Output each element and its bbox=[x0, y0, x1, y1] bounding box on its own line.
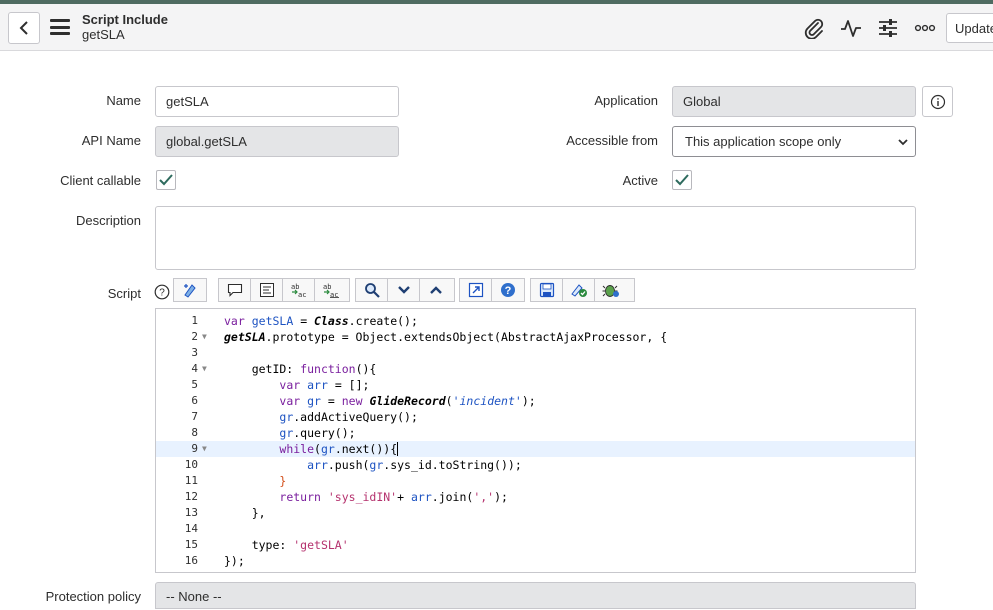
update-button[interactable]: Update bbox=[946, 13, 993, 43]
active-label: Active bbox=[622, 173, 658, 188]
name-label: Name bbox=[106, 93, 141, 108]
code-line-13: 13 }, bbox=[184, 506, 266, 520]
client-callable-checkbox[interactable] bbox=[156, 170, 176, 190]
protection-policy-label: Protection policy bbox=[45, 589, 141, 604]
script-assistant-icon bbox=[184, 284, 196, 298]
expand-icon bbox=[468, 282, 483, 298]
save-button[interactable] bbox=[531, 279, 563, 301]
code-line-12: 12 return 'sys_idIN'+ arr.join(','); bbox=[184, 490, 508, 504]
script-assistant-button[interactable] bbox=[174, 279, 206, 301]
protection-policy-select[interactable]: -- None -- bbox=[155, 582, 916, 609]
application-field: Global bbox=[672, 86, 916, 117]
replace-all-icon: abac bbox=[323, 283, 339, 298]
code-line-7: 7 gr.addActiveQuery(); bbox=[191, 410, 418, 424]
save-icon bbox=[539, 282, 554, 298]
chevron-up-icon bbox=[430, 286, 442, 294]
accessible-from-label: Accessible from bbox=[566, 133, 658, 148]
description-field[interactable] bbox=[155, 206, 916, 270]
api-name-field: global.getSLA bbox=[155, 126, 399, 157]
script-label: Script bbox=[107, 286, 141, 301]
replace-icon: abac bbox=[291, 283, 306, 298]
api-name-label: API Name bbox=[81, 133, 141, 148]
code-line-2: 2 ▼ getSLA.prototype = Object.extendsObjec… bbox=[191, 330, 668, 344]
back-button[interactable] bbox=[8, 12, 40, 44]
checkmark-icon bbox=[675, 174, 689, 186]
code-line-3: 3 bbox=[191, 346, 198, 359]
application-info-button[interactable] bbox=[922, 86, 953, 117]
name-field[interactable]: getSLA bbox=[155, 86, 399, 117]
code-line-16: 16}); bbox=[184, 554, 245, 568]
help-circle-icon: ? bbox=[501, 283, 515, 297]
chevron-down-icon bbox=[397, 286, 410, 294]
record-name-title: getSLA bbox=[82, 27, 125, 42]
chevron-down-icon bbox=[898, 139, 908, 146]
script-toolbar-group-4: ? bbox=[459, 278, 525, 302]
svg-text:?: ? bbox=[159, 288, 165, 299]
format-icon bbox=[259, 283, 274, 297]
search-button[interactable] bbox=[356, 279, 388, 301]
code-line-15: 15 type: 'getSLA' bbox=[184, 538, 349, 552]
format-code-button[interactable] bbox=[251, 279, 283, 301]
menu-icon[interactable] bbox=[50, 19, 70, 35]
code-line-14: 14 bbox=[184, 522, 198, 535]
svg-text:?: ? bbox=[505, 285, 512, 297]
code-line-9: 9 ▼ while(gr.next()){ bbox=[156, 441, 915, 457]
comment-icon bbox=[227, 283, 242, 297]
find-previous-button[interactable] bbox=[420, 279, 452, 301]
script-toolbar-group-2: ab ac ab ac bbox=[218, 278, 350, 302]
check-syntax-button[interactable] bbox=[563, 279, 595, 301]
info-icon bbox=[930, 94, 945, 109]
script-toolbar-group-5 bbox=[530, 278, 635, 302]
code-line-1: 1 var getSLA = Class.create(); bbox=[191, 314, 418, 328]
fullscreen-button[interactable] bbox=[460, 279, 492, 301]
settings-sliders-icon[interactable] bbox=[876, 16, 900, 40]
accessible-from-select[interactable]: This application scope only bbox=[672, 126, 916, 157]
debug-button[interactable] bbox=[595, 279, 627, 301]
help-icon[interactable]: ? bbox=[154, 284, 170, 300]
accessible-from-value: This application scope only bbox=[685, 134, 842, 149]
application-label: Application bbox=[594, 93, 658, 108]
script-editor[interactable]: 1 var getSLA = Class.create(); 2 ▼ getSLA.p… bbox=[155, 308, 916, 573]
checkmark-icon bbox=[159, 174, 173, 186]
record-type-title: Script Include bbox=[82, 12, 168, 27]
find-next-button[interactable] bbox=[388, 279, 420, 301]
svg-text:ac: ac bbox=[298, 291, 306, 298]
activity-icon[interactable] bbox=[839, 16, 863, 40]
syntax-help-button[interactable]: ? bbox=[492, 279, 524, 301]
active-checkbox[interactable] bbox=[672, 170, 692, 190]
bug-icon bbox=[602, 285, 619, 297]
syntax-check-icon bbox=[570, 284, 587, 297]
description-label: Description bbox=[75, 213, 141, 228]
script-toolbar-group-1 bbox=[173, 278, 207, 302]
chevron-left-icon bbox=[19, 21, 28, 35]
form-header: Script Include getSLA Update bbox=[0, 4, 993, 51]
search-icon bbox=[364, 283, 380, 298]
code-line-5: 5 var arr = []; bbox=[191, 378, 370, 392]
toggle-comment-button[interactable] bbox=[219, 279, 251, 301]
svg-text:ac: ac bbox=[330, 291, 338, 298]
script-toolbar-group-3 bbox=[355, 278, 455, 302]
paperclip-icon[interactable] bbox=[802, 16, 826, 40]
replace-all-button[interactable]: ab ac bbox=[315, 279, 347, 301]
code-line-10: 10 arr.push(gr.sys_id.toString()); bbox=[184, 458, 522, 472]
replace-button[interactable]: ab ac bbox=[283, 279, 315, 301]
more-options-icon[interactable] bbox=[913, 16, 937, 40]
client-callable-label: Client callable bbox=[60, 173, 141, 188]
code-line-6: 6 var gr = new GlideRecord('incident'); bbox=[191, 394, 536, 408]
code-line-4: 4 ▼ getID: function(){ bbox=[191, 362, 377, 376]
code-line-8: 8 gr.query(); bbox=[191, 426, 356, 440]
code-line-11: 11 } bbox=[184, 474, 287, 488]
